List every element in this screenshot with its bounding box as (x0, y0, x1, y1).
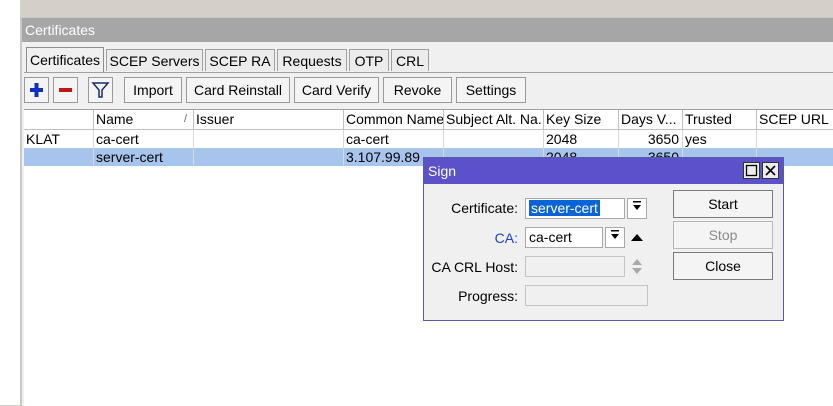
tab-otp[interactable]: OTP (349, 49, 389, 71)
tab-requests[interactable]: Requests (277, 49, 347, 71)
cell-name: server-cert (94, 148, 194, 166)
certificate-label: Certificate: (451, 200, 518, 216)
column-header-days-valid[interactable]: Days V... (619, 110, 683, 130)
ca-label[interactable]: CA: (495, 230, 518, 246)
collapse-up-icon[interactable] (630, 231, 644, 243)
close-icon (765, 165, 776, 176)
minus-icon (59, 88, 72, 92)
card-reinstall-button[interactable]: Card Reinstall (186, 77, 290, 103)
progress-label: Progress: (458, 288, 518, 304)
cell-flags: KLAT (24, 130, 94, 148)
tab-certificates[interactable]: Certificates (26, 47, 104, 73)
maximize-icon (745, 164, 758, 177)
certificate-dropdown-button[interactable] (627, 198, 647, 219)
add-button[interactable] (24, 77, 49, 103)
filter-button[interactable] (88, 77, 113, 103)
cell-trusted: yes (683, 130, 757, 148)
cell-scep-url (757, 130, 833, 148)
cell-flags (24, 148, 94, 166)
tab-crl[interactable]: CRL (391, 49, 429, 71)
cell-subject-alt-name (444, 130, 544, 148)
cell-issuer (194, 148, 344, 166)
revoke-button[interactable]: Revoke (383, 77, 452, 103)
column-header-issuer[interactable]: Issuer (194, 110, 344, 130)
dropdown-arrow-icon (611, 230, 619, 239)
cell-common-name: ca-cert (344, 130, 444, 148)
close-window-button[interactable] (762, 162, 779, 179)
column-header-name-label: Name (96, 111, 134, 127)
sort-icon: / (183, 113, 187, 125)
column-header-common-name[interactable]: Common Name (344, 110, 444, 130)
settings-button[interactable]: Settings (456, 77, 526, 103)
up-down-arrows-icon[interactable] (630, 257, 644, 277)
progress-field (525, 285, 648, 306)
table-row[interactable]: KLAT ca-cert ca-cert 2048 3650 yes (24, 130, 833, 148)
cell-key-size: 2048 (544, 130, 619, 148)
cell-name: ca-cert (94, 130, 194, 148)
column-header-flags[interactable] (24, 110, 94, 130)
card-verify-button[interactable]: Card Verify (294, 77, 379, 103)
maximize-button[interactable] (743, 162, 760, 179)
ca-select[interactable]: ca-cert (525, 227, 603, 248)
stop-button[interactable]: Stop (673, 221, 773, 249)
column-header-name[interactable]: Name / (94, 110, 194, 130)
start-button[interactable]: Start (673, 190, 773, 218)
filter-icon (91, 82, 110, 98)
remove-button[interactable] (53, 77, 78, 103)
column-header-key-size[interactable]: Key Size (544, 110, 619, 130)
desktop-strip (0, 0, 20, 405)
close-button[interactable]: Close (673, 252, 773, 280)
window-title: Certificates (22, 18, 833, 42)
column-header-subject-alt-name[interactable]: Subject Alt. Na... (444, 110, 544, 130)
import-button[interactable]: Import (124, 77, 182, 103)
cell-issuer (194, 130, 344, 148)
cell-days-valid: 3650 (619, 130, 683, 148)
certificate-select[interactable]: server-cert (525, 198, 625, 219)
crl-host-label: CA CRL Host: (431, 259, 518, 275)
tab-scep-ra[interactable]: SCEP RA (205, 49, 275, 71)
column-header-scep-url[interactable]: SCEP URL (757, 110, 833, 130)
tab-scep-servers[interactable]: SCEP Servers (106, 49, 203, 71)
plus-icon (30, 83, 43, 97)
dialog-title: Sign (424, 158, 783, 184)
tab-divider (24, 72, 833, 73)
certificate-value: server-cert (529, 200, 600, 216)
dropdown-arrow-icon (633, 201, 641, 210)
column-header-trusted[interactable]: Trusted (683, 110, 757, 130)
crl-host-input[interactable] (525, 256, 625, 277)
sign-dialog: Sign Certificate: server-cert CA: ca-cer… (423, 157, 784, 321)
ca-dropdown-button[interactable] (605, 227, 625, 248)
